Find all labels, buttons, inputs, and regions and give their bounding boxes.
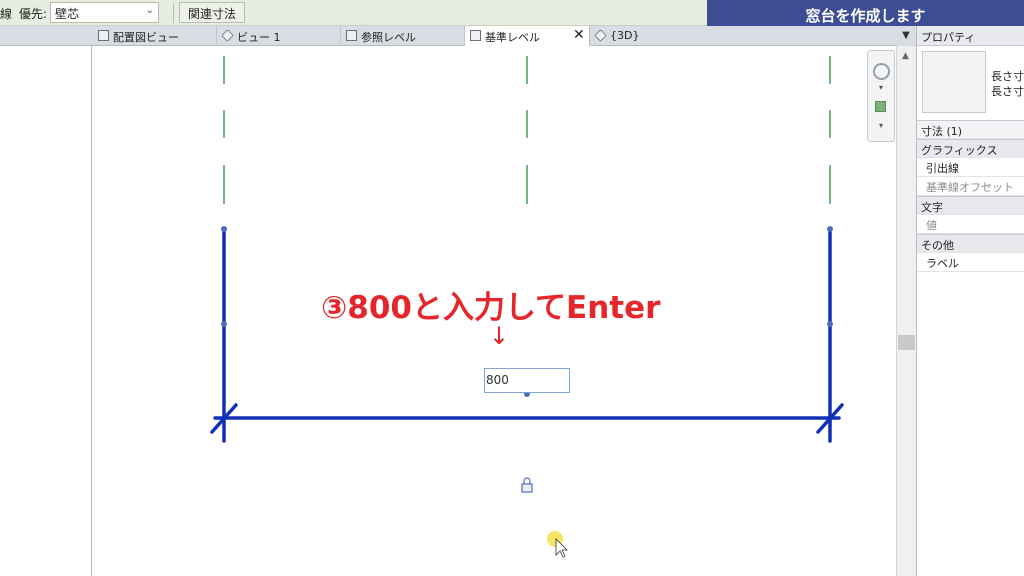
type-name[interactable]: 長さ寸法	[991, 68, 1024, 84]
3d-cube-icon	[594, 29, 607, 42]
type-preview-image	[922, 51, 986, 113]
tab-label: 参照レベル	[361, 31, 416, 44]
steering-wheel-icon[interactable]	[873, 63, 890, 80]
tab-3d[interactable]: {3D}	[590, 26, 690, 46]
related-dimension-button[interactable]: 関連寸法	[179, 2, 245, 23]
arrow-down-icon: ↓	[489, 322, 510, 350]
priority-value: 壁芯	[55, 7, 80, 21]
chevron-down-icon[interactable]: ▾	[879, 121, 883, 130]
tab-list-dropdown[interactable]: ▼	[896, 26, 916, 46]
grid-lines	[223, 56, 831, 204]
property-value[interactable]: 値	[917, 215, 1024, 234]
toolbar-separator	[173, 3, 174, 23]
tab-base-level[interactable]: 基準レベル ✕	[465, 26, 590, 47]
properties-panel: プロパティ 長さ寸法 長さ寸法 寸法 (1) グラフィックス 引出線 基準線オフ…	[916, 26, 1024, 576]
tab-label: ビュー 1	[237, 31, 281, 44]
tab-reference-level[interactable]: 参照レベル	[341, 26, 465, 46]
floorplan-icon	[98, 30, 109, 41]
property-leader[interactable]: 引出線	[917, 158, 1024, 177]
grip-point[interactable]	[221, 226, 227, 232]
tab-label: 配置図ビュー	[113, 31, 179, 44]
group-header-text[interactable]: 文字	[917, 196, 1024, 215]
chevron-down-icon[interactable]: ▾	[879, 83, 883, 92]
lock-icon[interactable]	[521, 477, 533, 493]
group-header-other[interactable]: その他	[917, 234, 1024, 253]
property-label[interactable]: ラベル	[917, 253, 1024, 272]
grip-point[interactable]	[827, 321, 833, 327]
navigation-bar: ▾ ▾	[867, 50, 895, 142]
view-tab-strip: 配置図ビュー ビュー 1 参照レベル 基準レベル ✕ {3D}	[0, 26, 916, 47]
grip-point[interactable]	[827, 226, 833, 232]
line-label: 線	[0, 7, 13, 21]
instruction-annotation: ③800と入力してEnter	[321, 290, 661, 326]
tab-label: 基準レベル	[485, 31, 540, 44]
vertical-scrollbar[interactable]: ▲	[896, 46, 916, 576]
scroll-up-icon[interactable]: ▲	[902, 51, 909, 61]
tab-label: {3D}	[610, 29, 640, 42]
drawing-canvas[interactable]: ③800と入力してEnter ↓ 800 ▾ ▾	[93, 46, 896, 576]
property-baseline-offset[interactable]: 基準線オフセット	[917, 177, 1024, 196]
left-panel	[0, 46, 92, 576]
close-icon[interactable]: ✕	[573, 27, 585, 43]
scrollbar-thumb[interactable]	[898, 335, 915, 350]
3d-cube-icon	[221, 29, 234, 42]
zoom-icon[interactable]	[875, 101, 886, 112]
tab-site-plan[interactable]: 配置図ビュー	[93, 26, 217, 46]
floorplan-icon	[346, 30, 357, 41]
revit-window: 線 優先: 壁芯 ⌄ 関連寸法 窓台を作成します 1 ✕ 配置図ビュー ビュー …	[0, 0, 1024, 576]
type-name[interactable]: 長さ寸法	[991, 83, 1024, 99]
dimension-value-input[interactable]: 800	[484, 368, 570, 393]
priority-dropdown[interactable]: 壁芯 ⌄	[50, 2, 159, 23]
selection-filter[interactable]: 寸法 (1)	[917, 120, 1024, 139]
floorplan-icon	[470, 30, 481, 41]
grip-point[interactable]	[221, 321, 227, 327]
tab-view-1[interactable]: ビュー 1	[217, 26, 341, 46]
priority-label: 優先:	[19, 7, 48, 21]
dimension-lines	[210, 227, 844, 443]
properties-title: プロパティ	[917, 26, 1024, 46]
group-header-graphics[interactable]: グラフィックス	[917, 139, 1024, 158]
chevron-down-icon: ⌄	[145, 5, 154, 16]
